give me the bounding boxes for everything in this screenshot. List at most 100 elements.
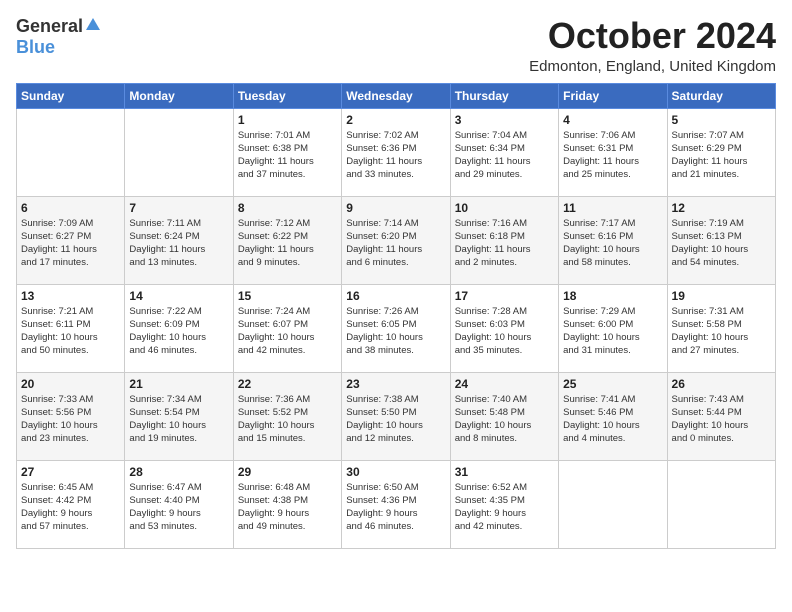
day-number: 17 bbox=[455, 289, 554, 303]
week-row-4: 20Sunrise: 7:33 AM Sunset: 5:56 PM Dayli… bbox=[17, 372, 776, 460]
day-number: 22 bbox=[238, 377, 337, 391]
day-number: 2 bbox=[346, 113, 445, 127]
day-header-sunday: Sunday bbox=[17, 83, 125, 108]
day-header-tuesday: Tuesday bbox=[233, 83, 341, 108]
day-info: Sunrise: 7:22 AM Sunset: 6:09 PM Dayligh… bbox=[129, 305, 228, 358]
day-number: 27 bbox=[21, 465, 120, 479]
day-cell: 2Sunrise: 7:02 AM Sunset: 6:36 PM Daylig… bbox=[342, 108, 450, 196]
day-cell: 28 Sunrise: 6:47 AM Sunset: 4:40 PM Dayli… bbox=[125, 460, 233, 548]
calendar: SundayMondayTuesdayWednesdayThursdayFrid… bbox=[16, 83, 776, 549]
title-block: October 2024 Edmonton, England, United K… bbox=[529, 16, 776, 75]
day-cell: 30Sunrise: 6:50 AM Sunset: 4:36 PM Dayli… bbox=[342, 460, 450, 548]
day-info: Sunrise: 7:11 AM Sunset: 6:24 PM Dayligh… bbox=[129, 217, 228, 270]
day-info: Sunrise: 6:50 AM Sunset: 4:36 PM Dayligh… bbox=[346, 481, 445, 534]
day-number: 23 bbox=[346, 377, 445, 391]
day-header-wednesday: Wednesday bbox=[342, 83, 450, 108]
day-info: Sunrise: 7:36 AM Sunset: 5:52 PM Dayligh… bbox=[238, 393, 337, 446]
day-header-saturday: Saturday bbox=[667, 83, 775, 108]
day-info: Sunrise: 6:45 AM Sunset: 4:42 PM Dayligh… bbox=[21, 481, 120, 534]
day-cell: 4 Sunrise: 7:06 AM Sunset: 6:31 PM Daylig… bbox=[559, 108, 667, 196]
day-cell: 9Sunrise: 7:14 AM Sunset: 6:20 PM Daylig… bbox=[342, 196, 450, 284]
day-info: Sunrise: 6:48 AM Sunset: 4:38 PM Dayligh… bbox=[238, 481, 337, 534]
day-cell: 22 Sunrise: 7:36 AM Sunset: 5:52 PM Dayli… bbox=[233, 372, 341, 460]
logo-blue: Blue bbox=[16, 37, 55, 57]
day-number: 16 bbox=[346, 289, 445, 303]
day-cell: 16 Sunrise: 7:26 AM Sunset: 6:05 PM Dayli… bbox=[342, 284, 450, 372]
day-info: Sunrise: 7:26 AM Sunset: 6:05 PM Dayligh… bbox=[346, 305, 445, 358]
day-cell bbox=[559, 460, 667, 548]
day-info: Sunrise: 7:41 AM Sunset: 5:46 PM Dayligh… bbox=[563, 393, 662, 446]
day-info: Sunrise: 7:09 AM Sunset: 6:27 PM Dayligh… bbox=[21, 217, 120, 270]
day-number: 8 bbox=[238, 201, 337, 215]
day-number: 4 bbox=[563, 113, 662, 127]
day-cell: 25 Sunrise: 7:41 AM Sunset: 5:46 PM Dayli… bbox=[559, 372, 667, 460]
day-info: Sunrise: 7:29 AM Sunset: 6:00 PM Dayligh… bbox=[563, 305, 662, 358]
week-row-5: 27 Sunrise: 6:45 AM Sunset: 4:42 PM Dayli… bbox=[17, 460, 776, 548]
day-cell bbox=[125, 108, 233, 196]
day-cell bbox=[17, 108, 125, 196]
day-number: 14 bbox=[129, 289, 228, 303]
day-cell: 13 Sunrise: 7:21 AM Sunset: 6:11 PM Dayli… bbox=[17, 284, 125, 372]
location: Edmonton, England, United Kingdom bbox=[529, 58, 776, 75]
day-info: Sunrise: 7:07 AM Sunset: 6:29 PM Dayligh… bbox=[672, 129, 771, 182]
day-info: Sunrise: 7:01 AM Sunset: 6:38 PM Dayligh… bbox=[238, 129, 337, 182]
day-info: Sunrise: 7:19 AM Sunset: 6:13 PM Dayligh… bbox=[672, 217, 771, 270]
logo: General Blue bbox=[16, 16, 102, 58]
day-number: 25 bbox=[563, 377, 662, 391]
day-cell: 31 Sunrise: 6:52 AM Sunset: 4:35 PM Dayli… bbox=[450, 460, 558, 548]
day-info: Sunrise: 7:04 AM Sunset: 6:34 PM Dayligh… bbox=[455, 129, 554, 182]
day-number: 19 bbox=[672, 289, 771, 303]
day-cell: 23Sunrise: 7:38 AM Sunset: 5:50 PM Dayli… bbox=[342, 372, 450, 460]
week-row-3: 13 Sunrise: 7:21 AM Sunset: 6:11 PM Dayli… bbox=[17, 284, 776, 372]
day-number: 1 bbox=[238, 113, 337, 127]
day-cell: 29 Sunrise: 6:48 AM Sunset: 4:38 PM Dayli… bbox=[233, 460, 341, 548]
day-number: 11 bbox=[563, 201, 662, 215]
day-info: Sunrise: 6:47 AM Sunset: 4:40 PM Dayligh… bbox=[129, 481, 228, 534]
week-row-2: 6Sunrise: 7:09 AM Sunset: 6:27 PM Daylig… bbox=[17, 196, 776, 284]
day-number: 7 bbox=[129, 201, 228, 215]
day-number: 12 bbox=[672, 201, 771, 215]
day-info: Sunrise: 7:21 AM Sunset: 6:11 PM Dayligh… bbox=[21, 305, 120, 358]
day-cell: 14 Sunrise: 7:22 AM Sunset: 6:09 PM Dayli… bbox=[125, 284, 233, 372]
day-number: 13 bbox=[21, 289, 120, 303]
day-number: 29 bbox=[238, 465, 337, 479]
month-title: October 2024 bbox=[529, 16, 776, 56]
week-row-1: 1 Sunrise: 7:01 AM Sunset: 6:38 PM Daylig… bbox=[17, 108, 776, 196]
day-info: Sunrise: 7:40 AM Sunset: 5:48 PM Dayligh… bbox=[455, 393, 554, 446]
day-number: 28 bbox=[129, 465, 228, 479]
day-cell: 7 Sunrise: 7:11 AM Sunset: 6:24 PM Daylig… bbox=[125, 196, 233, 284]
day-number: 24 bbox=[455, 377, 554, 391]
day-cell: 10 Sunrise: 7:16 AM Sunset: 6:18 PM Dayli… bbox=[450, 196, 558, 284]
day-info: Sunrise: 7:14 AM Sunset: 6:20 PM Dayligh… bbox=[346, 217, 445, 270]
day-cell: 19Sunrise: 7:31 AM Sunset: 5:58 PM Dayli… bbox=[667, 284, 775, 372]
day-number: 26 bbox=[672, 377, 771, 391]
day-number: 21 bbox=[129, 377, 228, 391]
day-info: Sunrise: 6:52 AM Sunset: 4:35 PM Dayligh… bbox=[455, 481, 554, 534]
page-container: General Blue October 2024 Edmonton, Engl… bbox=[0, 0, 792, 557]
day-cell: 6Sunrise: 7:09 AM Sunset: 6:27 PM Daylig… bbox=[17, 196, 125, 284]
day-info: Sunrise: 7:17 AM Sunset: 6:16 PM Dayligh… bbox=[563, 217, 662, 270]
day-info: Sunrise: 7:33 AM Sunset: 5:56 PM Dayligh… bbox=[21, 393, 120, 446]
day-cell: 26 Sunrise: 7:43 AM Sunset: 5:44 PM Dayli… bbox=[667, 372, 775, 460]
day-cell: 15Sunrise: 7:24 AM Sunset: 6:07 PM Dayli… bbox=[233, 284, 341, 372]
day-cell: 8 Sunrise: 7:12 AM Sunset: 6:22 PM Daylig… bbox=[233, 196, 341, 284]
calendar-header-row: SundayMondayTuesdayWednesdayThursdayFrid… bbox=[17, 83, 776, 108]
logo-icon bbox=[84, 16, 102, 34]
day-number: 5 bbox=[672, 113, 771, 127]
day-header-thursday: Thursday bbox=[450, 83, 558, 108]
day-info: Sunrise: 7:12 AM Sunset: 6:22 PM Dayligh… bbox=[238, 217, 337, 270]
day-number: 31 bbox=[455, 465, 554, 479]
day-header-friday: Friday bbox=[559, 83, 667, 108]
day-info: Sunrise: 7:43 AM Sunset: 5:44 PM Dayligh… bbox=[672, 393, 771, 446]
day-cell bbox=[667, 460, 775, 548]
day-number: 3 bbox=[455, 113, 554, 127]
day-info: Sunrise: 7:34 AM Sunset: 5:54 PM Dayligh… bbox=[129, 393, 228, 446]
day-number: 10 bbox=[455, 201, 554, 215]
day-number: 18 bbox=[563, 289, 662, 303]
day-info: Sunrise: 7:16 AM Sunset: 6:18 PM Dayligh… bbox=[455, 217, 554, 270]
day-number: 15 bbox=[238, 289, 337, 303]
day-info: Sunrise: 7:06 AM Sunset: 6:31 PM Dayligh… bbox=[563, 129, 662, 182]
day-cell: 3 Sunrise: 7:04 AM Sunset: 6:34 PM Daylig… bbox=[450, 108, 558, 196]
day-cell: 21 Sunrise: 7:34 AM Sunset: 5:54 PM Dayli… bbox=[125, 372, 233, 460]
day-cell: 12 Sunrise: 7:19 AM Sunset: 6:13 PM Dayli… bbox=[667, 196, 775, 284]
